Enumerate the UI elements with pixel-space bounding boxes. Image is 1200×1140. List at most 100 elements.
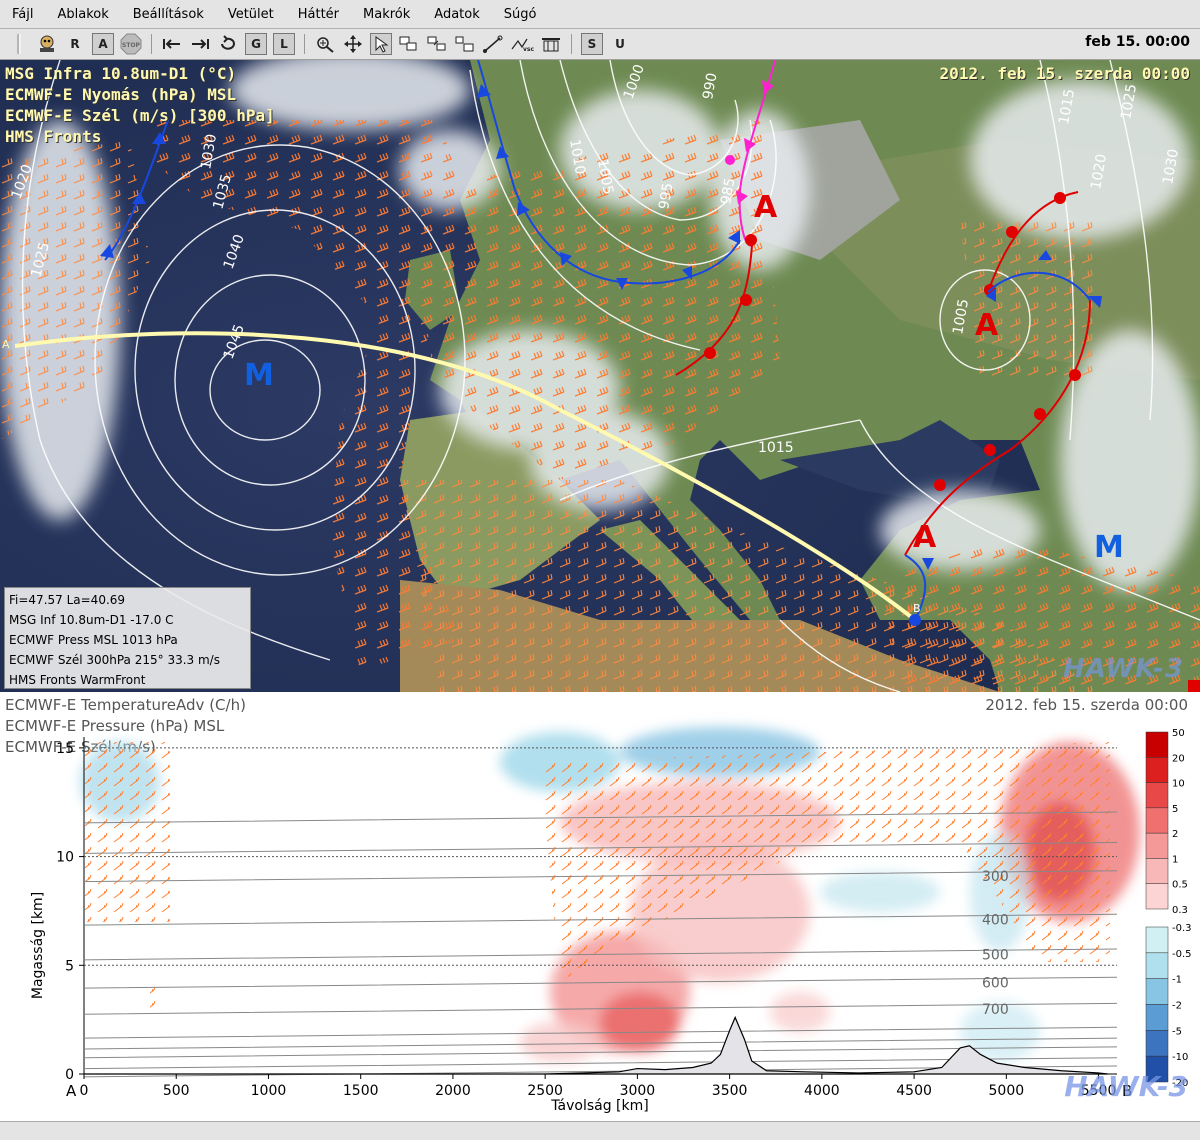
colorbar-swatch-positive: [1145, 832, 1169, 859]
menu-settings[interactable]: Beállítások: [121, 7, 216, 22]
menu-projection[interactable]: Vetület: [216, 7, 286, 22]
low-pressure-marker: A: [754, 190, 778, 225]
zoom-icon[interactable]: [314, 33, 336, 55]
colorbar-label: -10: [1172, 1052, 1188, 1063]
pan-icon[interactable]: [342, 33, 364, 55]
menu-bar: Fájl Ablakok Beállítások Vetület Háttér …: [0, 0, 1200, 29]
section-icon[interactable]: vsc: [510, 33, 534, 55]
map-layer-label: HMS Fronts: [5, 127, 102, 146]
a-button[interactable]: A: [92, 33, 114, 55]
svg-text:vsc: vsc: [523, 46, 534, 53]
y-tick-label: 15: [56, 741, 74, 757]
colorbar-label: 20: [1172, 753, 1185, 764]
corner-marker: [1188, 680, 1200, 692]
x-tick-label: 2500: [527, 1083, 563, 1099]
section-end-marker[interactable]: [909, 614, 921, 626]
layer-group-icon[interactable]: [454, 33, 476, 55]
menu-file[interactable]: Fájl: [0, 7, 45, 22]
colorbar-label: -2: [1172, 1001, 1182, 1012]
colorbar-label: 0.5: [1172, 880, 1188, 891]
u-button[interactable]: U: [609, 33, 631, 55]
map-datetime: 2012. feb 15. szerda 00:00: [939, 64, 1190, 83]
pressure-label: 600: [982, 976, 1009, 992]
pressure-label: 500: [982, 947, 1009, 963]
map-layer-label: ECMWF-E Szél (m/s) [300 hPa]: [5, 106, 275, 125]
colorbar-swatch-negative: [1145, 978, 1169, 1005]
colorbar-swatch-negative: [1145, 926, 1169, 954]
low-pressure-marker: A: [913, 520, 937, 555]
colorbar-swatch-positive: [1145, 883, 1169, 910]
loop-icon[interactable]: [217, 33, 239, 55]
g-button[interactable]: G: [245, 33, 267, 55]
colorbar-swatch-positive: [1145, 782, 1169, 809]
table-icon[interactable]: [540, 33, 562, 55]
colorbar-swatch-positive: [1145, 807, 1169, 834]
pointer-icon[interactable]: [370, 33, 392, 55]
section-start-label: A: [66, 1082, 77, 1100]
colorbar-swatch-positive: [1145, 731, 1169, 758]
colorbar-label: 50: [1172, 728, 1185, 739]
pressure-label: 300: [982, 869, 1009, 885]
stop-button[interactable]: STOP: [120, 33, 142, 55]
last-frame-icon[interactable]: [189, 33, 211, 55]
colorbar-swatch-negative: [1145, 952, 1169, 979]
low-pressure-marker: A: [975, 308, 999, 343]
toolbar: R A STOP G L vsc S U feb 15. 00:00: [0, 29, 1200, 60]
colorbar-label: 2: [1172, 829, 1178, 840]
y-tick-label: 5: [65, 958, 74, 974]
x-tick-label: 3000: [620, 1083, 656, 1099]
section-end-label: B: [913, 602, 921, 615]
hawk-watermark: HAWK-3: [1064, 1070, 1188, 1103]
hawk-watermark: HAWK-3: [1063, 654, 1184, 684]
colorbar-swatch-positive: [1145, 757, 1169, 783]
x-tick-label: 4000: [804, 1083, 840, 1099]
x-tick-label: 2000: [435, 1083, 471, 1099]
colorbar-label: -0.3: [1172, 923, 1192, 934]
layer-copy-icon[interactable]: [398, 33, 420, 55]
colorbar-label: -1: [1172, 975, 1182, 986]
info-front-value: HMS Fronts WarmFront: [9, 673, 146, 687]
layer-move-icon[interactable]: [426, 33, 448, 55]
map-view[interactable]: 1020 1030 1035 1040 1045 1025 1010 1005 …: [0, 60, 1200, 692]
colorbar-swatch-negative: [1145, 1004, 1169, 1031]
measure-icon[interactable]: [482, 33, 504, 55]
s-button[interactable]: S: [581, 33, 603, 55]
x-tick-label: 500: [163, 1083, 190, 1099]
x-tick-label: 3500: [712, 1083, 748, 1099]
cross-section-panel[interactable]: ECMWF-E TemperatureAdv (C/h) ECMWF-E Pre…: [0, 692, 1200, 1139]
menu-macros[interactable]: Makrók: [351, 7, 422, 22]
hawk-logo-button[interactable]: [36, 33, 58, 55]
pressure-label: 700: [982, 1002, 1009, 1018]
cursor-info-box: Fi=47.57 La=40.69 MSG Inf 10.8um-D1 -17.…: [4, 587, 251, 689]
colorbar-label: 1: [1172, 854, 1178, 865]
first-frame-icon[interactable]: [161, 33, 183, 55]
l-button[interactable]: L: [273, 33, 295, 55]
cross-section-chart[interactable]: 3004005006007000 500 1000 1500 2000 2500 3000 3…: [0, 692, 1200, 1139]
colorbar-swatch-positive: [1145, 858, 1169, 884]
grip-icon: [8, 33, 30, 55]
stop-label: STOP: [122, 42, 141, 49]
y-axis-title: Magasság [km]: [30, 892, 46, 999]
colorbar-label: 0.3: [1172, 905, 1188, 916]
status-bar: [0, 1121, 1200, 1140]
colorbar-label: -5: [1172, 1026, 1182, 1037]
menu-windows[interactable]: Ablakok: [45, 7, 120, 22]
x-tick-label: 1500: [343, 1083, 379, 1099]
map-layer-label: ECMWF-E Nyomás (hPa) MSL: [5, 85, 237, 104]
x-tick-label: 1000: [251, 1083, 287, 1099]
x-tick-label: 4500: [896, 1083, 932, 1099]
colorbar-label: -0.5: [1172, 949, 1192, 960]
toolbar-separator: [151, 34, 152, 54]
y-tick-label: 0: [65, 1067, 74, 1083]
toolbar-separator: [304, 34, 305, 54]
high-pressure-marker: M: [1094, 530, 1124, 565]
toolbar-datetime: feb 15. 00:00: [1085, 34, 1190, 50]
menu-background[interactable]: Háttér: [286, 7, 351, 22]
info-coordinates: Fi=47.57 La=40.69: [9, 593, 126, 607]
map-layer-label: MSG Infra 10.8um-D1 (°C): [5, 64, 237, 83]
x-tick-label: 0: [80, 1083, 89, 1099]
menu-data[interactable]: Adatok: [422, 7, 491, 22]
r-button[interactable]: R: [64, 33, 86, 55]
menu-help[interactable]: Súgó: [492, 7, 549, 22]
colorbar-label: 10: [1172, 779, 1185, 790]
